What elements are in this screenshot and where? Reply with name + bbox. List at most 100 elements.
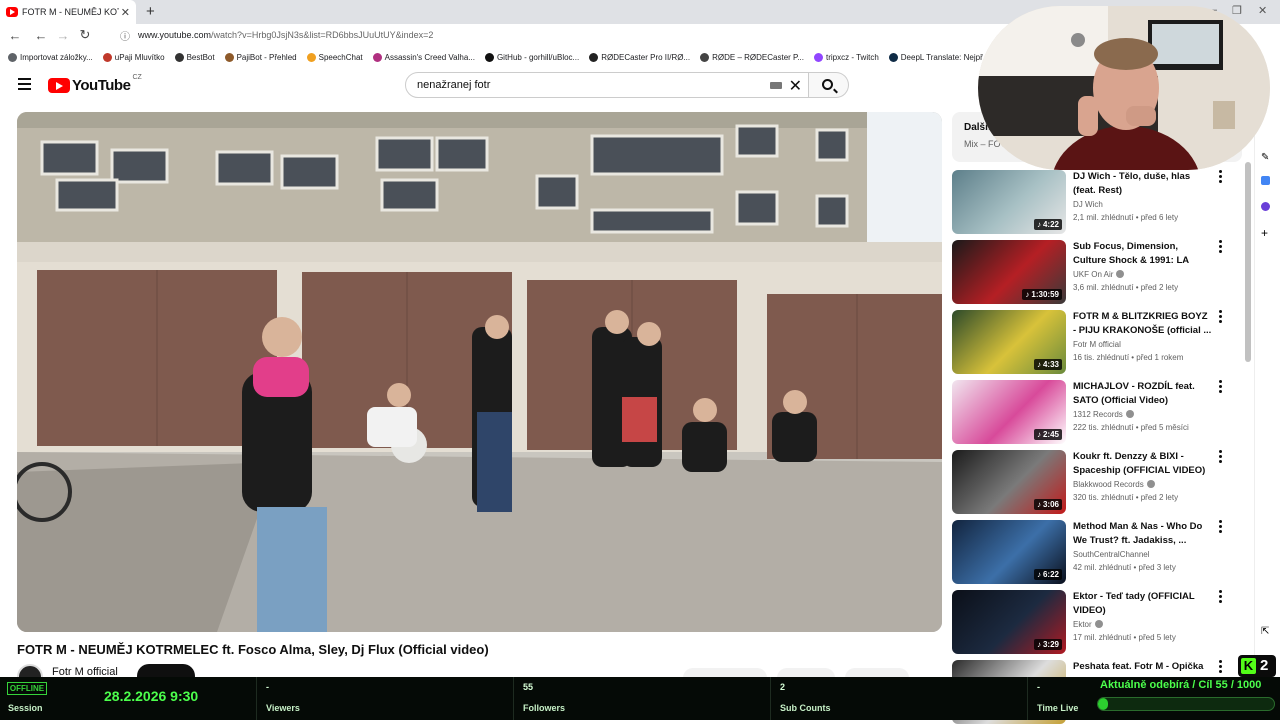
- more-options-icon[interactable]: [1218, 170, 1222, 185]
- recommended-meta: 320 tis. zhlédnutí • před 2 lety: [1073, 493, 1179, 502]
- recommended-channel[interactable]: Blakkwood Records: [1073, 480, 1155, 489]
- video-thumbnail[interactable]: ♪ 3:29: [952, 590, 1066, 654]
- recommended-video[interactable]: ♪ 4:33 FOTR M & BLITZKRIEG BOYZ - PIJU KRA…: [952, 310, 1242, 376]
- bookmark-item[interactable]: BestBot: [174, 52, 215, 62]
- recommended-title[interactable]: Ektor - Teď tady (OFFICIAL VIDEO): [1073, 590, 1213, 618]
- duration-text: 3:06: [1042, 500, 1059, 509]
- stream-datetime: 28.2.2026 9:30: [104, 688, 199, 704]
- channel-label: SouthCentralChannel: [1073, 550, 1150, 559]
- verified-icon: [1125, 410, 1134, 418]
- search-input[interactable]: nenažranej fotr ✕: [405, 72, 809, 98]
- recommended-title[interactable]: Koukr ft. Denzzy & BIXI - Spaceship (OFF…: [1073, 450, 1213, 478]
- menu-icon[interactable]: [18, 78, 31, 93]
- recommended-meta: 16 tis. zhlédnutí • před 1 rokem: [1073, 353, 1184, 362]
- more-options-icon[interactable]: [1218, 590, 1222, 605]
- verified-icon: [1116, 270, 1125, 278]
- bookmark-item[interactable]: SpeechChat: [306, 52, 363, 62]
- bookmark-item[interactable]: tripxcz - Twitch: [814, 52, 879, 62]
- session-label: Session: [8, 703, 43, 713]
- channel-avatar[interactable]: [17, 664, 43, 678]
- video-thumbnail[interactable]: ♪ 4:22: [952, 170, 1066, 234]
- window-close-icon[interactable]: ✕: [1258, 4, 1267, 17]
- recommended-video[interactable]: ♪ 3:29 Ektor - Teď tady (OFFICIAL VIDEO) Ek…: [952, 590, 1242, 656]
- recommended-video[interactable]: ♪ 1:30:59 Sub Focus, Dimension, Culture Sh…: [952, 240, 1242, 306]
- bookmark-label: Importovat záložky...: [20, 52, 93, 62]
- followers-cell: 55 Followers: [513, 677, 770, 720]
- duration-text: 2:45: [1042, 430, 1059, 439]
- music-note-icon: ♪: [1036, 220, 1041, 229]
- subscribe-button[interactable]: [137, 664, 195, 678]
- video-thumbnail[interactable]: ♪ 6:22: [952, 520, 1066, 584]
- video-thumbnail[interactable]: ♪ 2:45: [952, 380, 1066, 444]
- address-bar[interactable]: ⓘ www.youtube.com/watch?v=Hrbg0JsjN3s&li…: [120, 26, 1000, 44]
- more-options-icon[interactable]: [1218, 520, 1222, 535]
- channel-label: DJ Wich: [1073, 200, 1103, 209]
- browser-tab-active[interactable]: FOTR M - NEUMĚJ KOTRMELEC ✕: [0, 0, 136, 24]
- music-note-icon: ♪: [1036, 570, 1041, 579]
- video-thumbnail[interactable]: ♪ 3:06: [952, 450, 1066, 514]
- page-scrollbar[interactable]: [1244, 106, 1252, 676]
- recommended-channel[interactable]: Fotr M official: [1073, 340, 1121, 349]
- duration-badge: ♪ 3:29: [1033, 639, 1062, 650]
- keyboard-icon[interactable]: [770, 82, 782, 89]
- more-options-icon[interactable]: [1218, 310, 1222, 325]
- bookmark-item[interactable]: uPaji Mluvítko: [102, 52, 165, 62]
- more-options-icon[interactable]: [1218, 240, 1222, 255]
- bookmark-item[interactable]: RØDECaster Pro II/RØ...: [589, 52, 690, 62]
- recommended-title[interactable]: DJ Wich - Tělo, duše, hlas (feat. Rest): [1073, 170, 1213, 198]
- clear-search-icon[interactable]: ✕: [789, 76, 802, 96]
- recommended-title[interactable]: Peshata feat. Fotr M - Opička: [1073, 660, 1213, 674]
- recommended-video[interactable]: ♪ 3:06 Koukr ft. Denzzy & BIXI - Spaceship…: [952, 450, 1242, 516]
- forward-icon[interactable]: →: [52, 28, 74, 43]
- recommended-video[interactable]: ♪ 6:22 Method Man & Nas - Who Do We Trust?…: [952, 520, 1242, 586]
- recommended-channel[interactable]: DJ Wich: [1073, 200, 1103, 209]
- extension-icon[interactable]: [1261, 202, 1270, 211]
- back-arrow-icon[interactable]: ←: [30, 28, 52, 43]
- followers-value: 55: [523, 682, 534, 692]
- timelive-label: Time Live: [1037, 703, 1079, 713]
- bookmark-item[interactable]: PajiBot - Přehled: [224, 52, 297, 62]
- more-options-icon[interactable]: [1218, 660, 1222, 675]
- bookmark-item[interactable]: DeepL Translate: Nejpř...: [888, 52, 989, 62]
- recommended-title[interactable]: Method Man & Nas - Who Do We Trust? ft. …: [1073, 520, 1213, 548]
- video-thumbnail[interactable]: ♪ 4:33: [952, 310, 1066, 374]
- recommended-channel[interactable]: UKF On Air: [1073, 270, 1125, 279]
- music-note-icon: ♪: [1036, 360, 1041, 369]
- bookmark-item[interactable]: GitHub - gorhill/uBloc...: [484, 52, 580, 62]
- add-panel-icon[interactable]: +: [1261, 226, 1273, 240]
- more-options-icon[interactable]: [1218, 380, 1222, 395]
- bookmark-item[interactable]: Assassin's Creed Valha...: [372, 52, 475, 62]
- bookmark-item[interactable]: RØDE – RØDECaster P...: [700, 52, 805, 62]
- video-thumbnail[interactable]: ♪ 1:30:59: [952, 240, 1066, 304]
- youtube-logo[interactable]: YouTube CZ: [48, 74, 142, 94]
- bookmark-item[interactable]: Importovat záložky...: [8, 52, 93, 62]
- bookmark-label: BestBot: [186, 52, 215, 62]
- more-options-icon[interactable]: [1218, 450, 1222, 465]
- recommended-title[interactable]: MICHAJLOV - ROZDÍL feat. SATO (Official …: [1073, 380, 1213, 408]
- new-tab-icon[interactable]: +: [146, 3, 155, 20]
- maximize-icon[interactable]: ❐: [1232, 4, 1242, 17]
- video-player[interactable]: [17, 112, 942, 632]
- search-button[interactable]: [809, 72, 849, 98]
- recommended-video[interactable]: ♪ 4:22 DJ Wich - Tělo, duše, hlas (feat. R…: [952, 170, 1242, 236]
- followers-label: Followers: [523, 703, 566, 713]
- site-info-icon[interactable]: ⓘ: [120, 28, 130, 43]
- translate-icon[interactable]: [1261, 176, 1270, 185]
- recommended-title[interactable]: Sub Focus, Dimension, Culture Shock & 19…: [1073, 240, 1213, 268]
- recommended-channel[interactable]: SouthCentralChannel: [1073, 550, 1150, 559]
- recommended-channel[interactable]: Ektor: [1073, 620, 1103, 629]
- external-link-icon[interactable]: ⇱: [1261, 626, 1273, 638]
- bookmark-label: RØDE – RØDECaster P...: [712, 52, 805, 62]
- pencil-icon[interactable]: ✎: [1261, 152, 1273, 164]
- recommended-video[interactable]: ♪ 2:45 MICHAJLOV - ROZDÍL feat. SATO (Offi…: [952, 380, 1242, 446]
- bookmark-label: GitHub - gorhill/uBloc...: [496, 52, 580, 62]
- recommended-title[interactable]: FOTR M & BLITZKRIEG BOYZ - PIJU KRAKONOŠ…: [1073, 310, 1213, 338]
- timelive-value: -: [1037, 682, 1040, 692]
- tab-close-icon[interactable]: ✕: [121, 6, 130, 19]
- recommended-meta: 2,1 mil. zhlédnutí • před 6 lety: [1073, 213, 1179, 222]
- bookmark-favicon-icon: [8, 52, 17, 62]
- sub-goal-fill: [1098, 698, 1108, 710]
- back-icon[interactable]: ←: [4, 28, 26, 43]
- reload-icon[interactable]: ↻: [74, 27, 96, 43]
- recommended-channel[interactable]: 1312 Records: [1073, 410, 1134, 419]
